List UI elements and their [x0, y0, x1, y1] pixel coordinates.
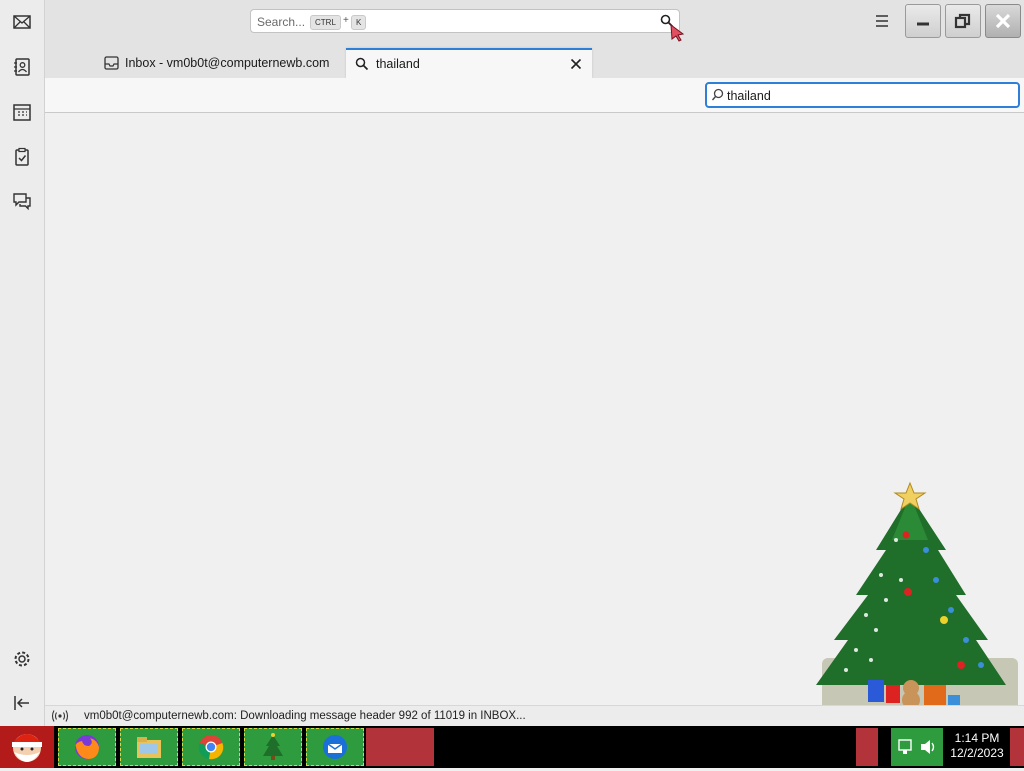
status-bar: vm0b0t@computernewb.com: Downloading mes… — [45, 705, 1024, 727]
gear-icon — [14, 651, 30, 667]
address-book-button[interactable] — [6, 51, 38, 83]
calendar-button[interactable] — [6, 96, 38, 128]
address-book-icon — [14, 58, 30, 76]
tab-strip: Inbox - vm0b0t@computernewb.com thailand — [45, 44, 1024, 78]
thunderbird-icon — [323, 735, 347, 759]
search-icon — [354, 56, 370, 72]
shortcut-key-ctrl: CTRL — [310, 15, 341, 30]
tasks-icon — [15, 147, 29, 166]
chat-icon — [13, 193, 31, 211]
search-icon — [711, 88, 724, 101]
tray-icons[interactable] — [891, 728, 943, 766]
taskbar-thunderbird[interactable] — [306, 728, 364, 766]
tab-inbox-label: Inbox - vm0b0t@computernewb.com — [125, 56, 330, 70]
taskbar-file-explorer[interactable] — [120, 728, 178, 766]
collapse-left-icon — [14, 696, 29, 710]
online-status-icon[interactable] — [51, 709, 69, 723]
clock-date: 12/2/2023 — [950, 746, 1004, 760]
minimize-button[interactable] — [905, 4, 941, 38]
quick-filter-input[interactable]: thailand — [705, 82, 1020, 108]
tab-search-label: thailand — [376, 57, 420, 71]
taskbar-empty-slot — [366, 728, 434, 766]
minimize-icon — [917, 22, 929, 26]
taskbar: 1:14 PM 12/2/2023 — [0, 726, 1024, 768]
collapse-spaces-button[interactable] — [6, 687, 38, 719]
tab-search-results[interactable]: thailand — [346, 48, 592, 78]
show-desktop-button[interactable] — [1010, 728, 1024, 766]
clock-time: 1:14 PM — [954, 731, 1000, 745]
shortcut-key-k: K — [351, 15, 367, 30]
start-button[interactable] — [0, 726, 54, 768]
spaces-toolbar — [0, 0, 45, 726]
app-menu-button[interactable] — [872, 12, 892, 30]
taskbar-chrome[interactable] — [182, 728, 240, 766]
restore-icon — [954, 13, 971, 29]
system-clock[interactable]: 1:14 PM 12/2/2023 — [946, 731, 1008, 761]
close-window-button[interactable] — [985, 4, 1021, 38]
search-placeholder: Search... — [257, 15, 306, 29]
calendar-icon — [13, 104, 31, 121]
chat-button[interactable] — [6, 185, 38, 217]
tab-inbox[interactable]: Inbox - vm0b0t@computernewb.com — [95, 48, 341, 78]
global-search-box[interactable]: Search... CTRL + K — [250, 9, 680, 33]
taskbar-firefox[interactable] — [58, 728, 116, 766]
mouse-cursor-icon — [670, 24, 685, 42]
firefox-icon — [75, 735, 99, 759]
folder-icon — [137, 737, 161, 758]
tab-close-icon[interactable] — [568, 56, 584, 72]
mail-icon — [13, 15, 31, 29]
tasks-button[interactable] — [6, 141, 38, 173]
network-volume-icon — [898, 739, 935, 754]
christmas-tree-widget — [816, 481, 1018, 720]
taskbar-xmas-tree[interactable] — [244, 728, 302, 766]
shortcut-plus: + — [343, 15, 349, 26]
status-text: vm0b0t@computernewb.com: Downloading mes… — [84, 710, 526, 722]
xmas-tree-icon — [263, 733, 283, 760]
santa-icon — [12, 734, 42, 762]
quick-filter-value: thailand — [727, 89, 771, 103]
mail-space-button[interactable] — [6, 6, 38, 38]
restore-button[interactable] — [945, 4, 981, 38]
chrome-icon — [198, 735, 224, 760]
inbox-icon — [103, 55, 119, 71]
close-icon — [995, 13, 1011, 29]
settings-button[interactable] — [6, 643, 38, 675]
tray-language[interactable] — [856, 728, 878, 766]
